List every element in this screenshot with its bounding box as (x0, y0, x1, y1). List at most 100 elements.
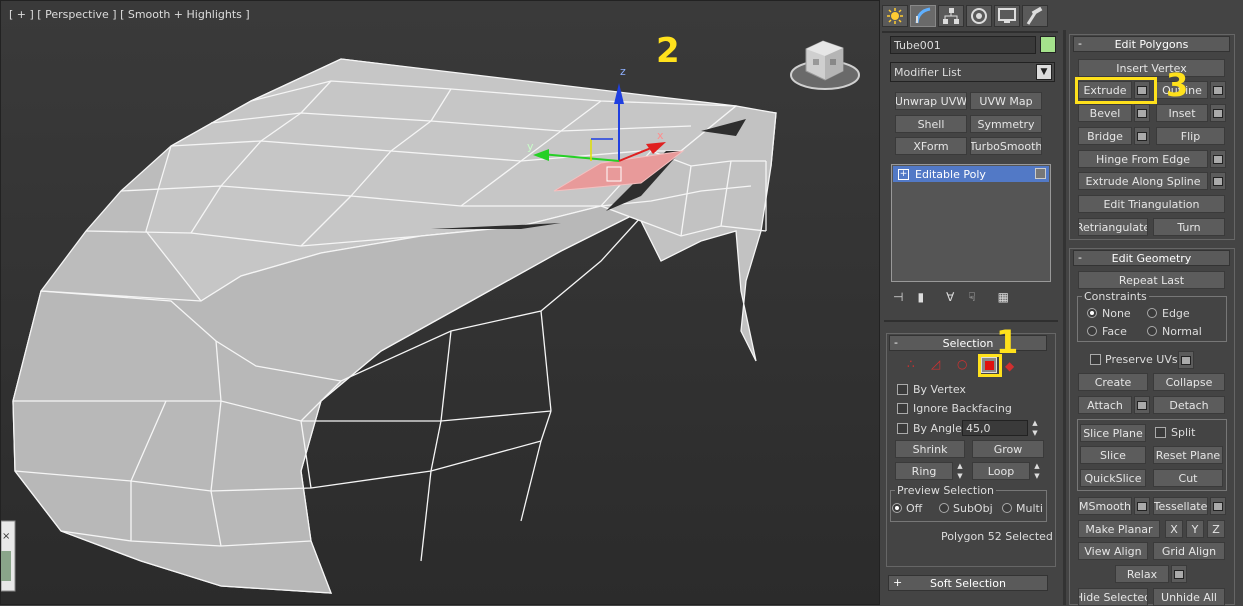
planar-x-button[interactable]: X (1165, 520, 1183, 538)
msmooth-button[interactable]: MSmooth (1078, 497, 1132, 515)
by-angle-spinner-icon[interactable]: ▲ ▼ (1030, 419, 1040, 437)
object-name-field[interactable]: Tube001 (890, 36, 1036, 54)
view-align-button[interactable]: View Align (1078, 542, 1148, 560)
bevel-settings-icon[interactable] (1134, 104, 1150, 122)
tessellate-button[interactable]: Tessellate (1153, 497, 1208, 515)
constraint-none-radio[interactable] (1087, 308, 1097, 318)
loop-spinner-icon[interactable]: ▲ ▼ (1032, 462, 1042, 480)
msmooth-settings-icon[interactable] (1134, 497, 1150, 515)
slice-plane-button[interactable]: Slice Plane (1080, 424, 1146, 442)
relax-button[interactable]: Relax (1115, 565, 1169, 583)
hierarchy-icon (943, 8, 959, 24)
display-tab[interactable] (994, 5, 1020, 27)
reset-plane-button[interactable]: Reset Plane (1153, 446, 1223, 464)
stack-item-label: Editable Poly (915, 167, 986, 181)
bridge-settings-icon[interactable] (1134, 127, 1150, 145)
extrude-spline-settings-icon[interactable] (1210, 172, 1226, 190)
preview-multi-radio[interactable] (1002, 503, 1012, 513)
repeat-last-button[interactable]: Repeat Last (1078, 271, 1225, 289)
detach-button[interactable]: Detach (1153, 396, 1225, 414)
collapse-button[interactable]: Collapse (1153, 373, 1225, 391)
show-end-result-icon[interactable]: ▮ (917, 290, 924, 304)
stack-toolbar: ⊣ ▮ ∀ ☟ ▦ (893, 289, 1055, 305)
lightbulb-toggle-icon[interactable] (1035, 168, 1046, 179)
selection-rollout-header[interactable]: - Selection (889, 335, 1047, 351)
configure-sets-icon[interactable]: ▦ (998, 290, 1009, 304)
modifier-list-dropdown[interactable]: Modifier List (890, 62, 1055, 82)
tessellate-settings-icon[interactable] (1210, 497, 1226, 515)
preview-off-radio[interactable] (892, 503, 902, 513)
relax-settings-icon[interactable] (1171, 565, 1187, 583)
loop-button[interactable]: Loop (972, 462, 1030, 480)
make-unique-icon[interactable]: ∀ (946, 290, 954, 304)
ring-spinner-icon[interactable]: ▲ ▼ (955, 462, 965, 480)
bridge-button[interactable]: Bridge (1078, 127, 1132, 145)
preview-subobj-radio[interactable] (939, 503, 949, 513)
planar-z-button[interactable]: Z (1207, 520, 1225, 538)
ignore-backfacing-checkbox[interactable] (897, 403, 908, 414)
uvw-map-button[interactable]: UVW Map (970, 92, 1042, 110)
inset-settings-icon[interactable] (1210, 104, 1226, 122)
by-angle-checkbox[interactable] (897, 423, 908, 434)
quickslice-button[interactable]: QuickSlice (1080, 469, 1146, 487)
soft-selection-rollout-header[interactable]: + Soft Selection (888, 575, 1048, 591)
edit-geometry-header[interactable]: - Edit Geometry (1073, 250, 1230, 266)
ring-button[interactable]: Ring (895, 462, 953, 480)
by-angle-input[interactable]: 45,0 (962, 420, 1028, 436)
hierarchy-tab[interactable] (938, 5, 964, 27)
motion-tab[interactable] (966, 5, 992, 27)
bevel-button[interactable]: Bevel (1078, 104, 1132, 122)
extrude-along-spline-button[interactable]: Extrude Along Spline (1078, 172, 1208, 190)
planar-y-button[interactable]: Y (1186, 520, 1204, 538)
remove-modifier-icon[interactable]: ☟ (968, 290, 975, 304)
inset-button[interactable]: Inset (1156, 104, 1208, 122)
perspective-viewport[interactable]: [ + ] [ Perspective ] [ Smooth + Highlig… (0, 0, 880, 605)
unhide-all-button[interactable]: Unhide All (1153, 588, 1225, 606)
retriangulate-button[interactable]: Retriangulate (1078, 218, 1148, 236)
split-checkbox[interactable] (1155, 427, 1166, 438)
element-level-icon[interactable]: ◆ (1005, 359, 1014, 373)
modify-tab[interactable] (910, 5, 936, 27)
edit-triangulation-button[interactable]: Edit Triangulation (1078, 195, 1225, 213)
outline-settings-icon[interactable] (1210, 81, 1226, 99)
stack-item-editable-poly[interactable]: + Editable Poly (893, 166, 1049, 182)
edge-level-icon[interactable]: ◿ (931, 357, 940, 371)
attach-list-icon[interactable] (1134, 396, 1150, 414)
constraint-edge-radio[interactable] (1147, 308, 1157, 318)
preserve-uvs-checkbox[interactable] (1090, 354, 1101, 365)
constraint-face-radio[interactable] (1087, 326, 1097, 336)
pin-stack-icon[interactable]: ⊣ (893, 290, 903, 304)
vertex-level-icon[interactable]: ∴ (907, 357, 915, 371)
hinge-from-edge-button[interactable]: Hinge From Edge (1078, 150, 1208, 168)
edit-polygons-header[interactable]: - Edit Polygons (1073, 36, 1230, 52)
expand-plus-icon[interactable]: + (898, 168, 909, 180)
panel-scrollbar[interactable] (1063, 30, 1066, 605)
modifier-stack[interactable]: + Editable Poly (891, 164, 1051, 282)
attach-button[interactable]: Attach (1078, 396, 1132, 414)
make-planar-button[interactable]: Make Planar (1078, 520, 1160, 538)
hinge-settings-icon[interactable] (1210, 150, 1226, 168)
slice-button[interactable]: Slice (1080, 446, 1146, 464)
flip-button[interactable]: Flip (1156, 127, 1225, 145)
constraint-normal-radio[interactable] (1147, 326, 1157, 336)
turbosmooth-button[interactable]: TurboSmooth (970, 137, 1042, 155)
cut-button[interactable]: Cut (1153, 469, 1223, 487)
unwrap-uvw-button[interactable]: Unwrap UVW (895, 92, 967, 110)
create-tab[interactable] (882, 5, 908, 27)
grow-button[interactable]: Grow (972, 440, 1044, 458)
xform-button[interactable]: XForm (895, 137, 967, 155)
symmetry-button[interactable]: Symmetry (970, 115, 1042, 133)
create-button[interactable]: Create (1078, 373, 1148, 391)
shrink-button[interactable]: Shrink (895, 440, 965, 458)
hide-selected-button[interactable]: Hide Selected (1078, 588, 1148, 606)
shell-button[interactable]: Shell (895, 115, 967, 133)
chevron-down-icon[interactable]: ▼ (1036, 64, 1052, 80)
insert-vertex-button[interactable]: Insert Vertex (1078, 59, 1225, 77)
utilities-tab[interactable] (1022, 5, 1048, 27)
grid-align-button[interactable]: Grid Align (1153, 542, 1225, 560)
by-vertex-checkbox[interactable] (897, 384, 908, 395)
preserve-uvs-settings-icon[interactable] (1178, 351, 1194, 369)
object-color-swatch[interactable] (1040, 36, 1056, 53)
border-level-icon[interactable]: ○ (957, 357, 967, 371)
turn-button[interactable]: Turn (1153, 218, 1225, 236)
